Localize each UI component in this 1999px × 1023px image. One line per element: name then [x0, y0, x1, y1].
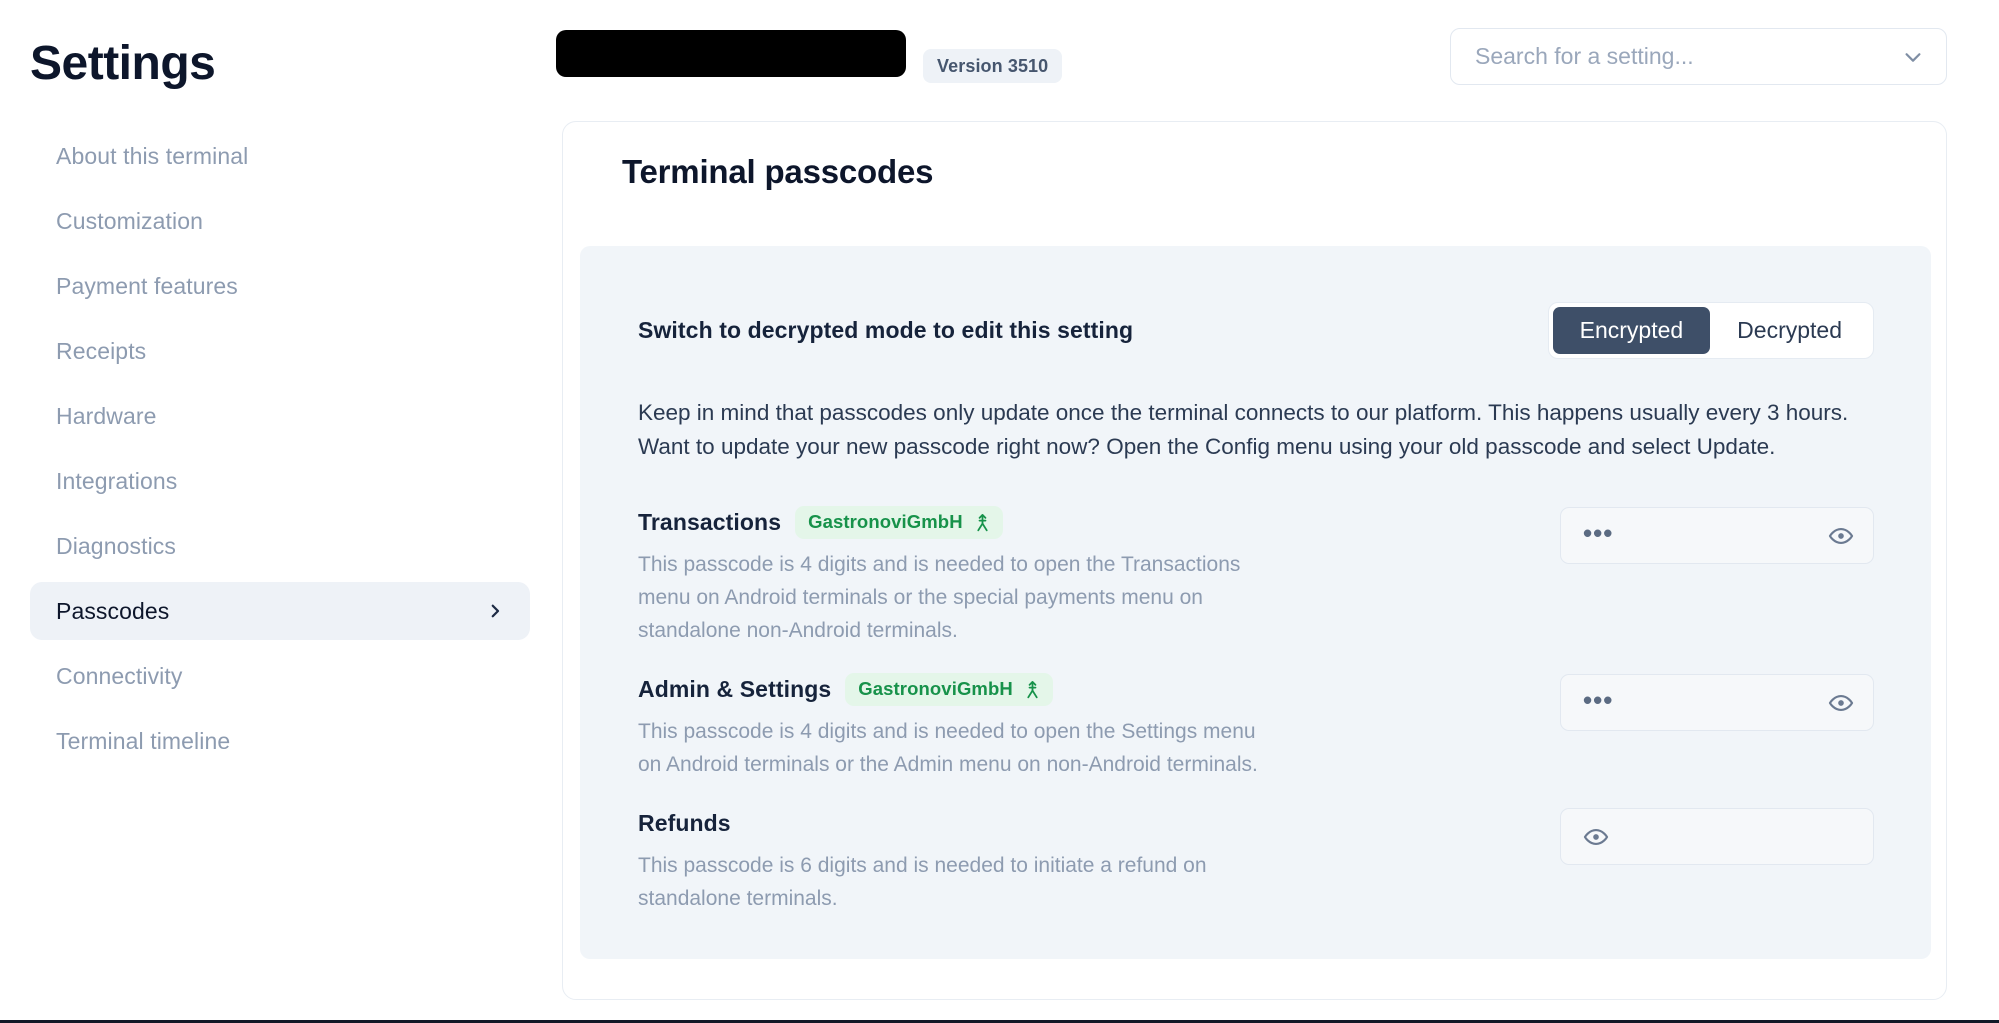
passcodes-note: Keep in mind that passcodes only update … [638, 400, 1849, 459]
eye-icon[interactable] [1828, 523, 1854, 549]
sidebar-item-label: Payment features [56, 272, 238, 299]
mode-row: Switch to decrypted mode to edit this se… [638, 301, 1874, 359]
encryption-mode-toggle[interactable]: Encrypted Decrypted [1547, 301, 1874, 359]
sidebar-item-label: About this terminal [56, 142, 249, 169]
mode-option-decrypted[interactable]: Decrypted [1710, 307, 1869, 354]
sidebar-item-customization[interactable]: Customization [30, 192, 530, 250]
passcode-heading: Refunds [638, 806, 1278, 840]
settings-page: Settings About this terminal Customizatio… [0, 0, 1999, 1023]
passcode-description: This passcode is 4 digits and is needed … [638, 720, 1258, 776]
sidebar: Settings About this terminal Customizatio… [0, 0, 560, 1023]
card-title: Terminal passcodes [622, 153, 934, 190]
passcode-info: Refunds This passcode is 6 digits and is … [638, 806, 1278, 915]
sidebar-item-connectivity[interactable]: Connectivity [30, 647, 530, 705]
sidebar-item-passcodes[interactable]: Passcodes [30, 582, 530, 640]
owner-name: GastronoviGmbH [858, 678, 1013, 699]
passcode-name: Transactions [638, 508, 782, 535]
sidebar-item-label: Integrations [56, 467, 178, 494]
sidebar-item-label: Diagnostics [56, 532, 176, 559]
passcode-row-transactions: Transactions GastronoviGmbH This passcode … [638, 505, 1874, 647]
sidebar-item-integrations[interactable]: Integrations [30, 452, 530, 510]
passcode-masked-value: ••• [1583, 517, 1614, 548]
passcode-list: Transactions GastronoviGmbH This passcode … [638, 505, 1874, 915]
sidebar-item-label: Receipts [56, 337, 147, 364]
passcode-description: This passcode is 6 digits and is needed … [638, 854, 1207, 910]
eye-icon[interactable] [1828, 690, 1854, 716]
chevron-down-icon[interactable] [1902, 46, 1924, 68]
passcode-row-admin-settings: Admin & Settings GastronoviGmbH This passc… [638, 672, 1874, 781]
inheritance-arrow-icon [974, 513, 991, 532]
owner-badge: GastronoviGmbH [845, 672, 1053, 706]
passcode-info: Admin & Settings GastronoviGmbH This passc… [638, 672, 1278, 781]
sidebar-item-terminal-timeline[interactable]: Terminal timeline [30, 712, 530, 770]
mode-label: Switch to decrypted mode to edit this se… [638, 316, 1134, 343]
sidebar-item-label: Hardware [56, 402, 157, 429]
sidebar-item-hardware[interactable]: Hardware [30, 387, 530, 445]
version-badge: Version 3510 [923, 49, 1063, 83]
sidebar-nav: About this terminal Customization Payment … [0, 127, 560, 770]
topbar: Version 3510 Search for a setting... [556, 0, 1999, 108]
sidebar-item-payment-features[interactable]: Payment features [30, 257, 530, 315]
passcodes-panel: Switch to decrypted mode to edit this se… [580, 246, 1931, 959]
page-title: Settings [30, 37, 216, 90]
search-placeholder-text: Search for a setting... [1475, 43, 1694, 69]
sidebar-item-label: Terminal timeline [56, 727, 231, 754]
inheritance-arrow-icon [1024, 680, 1041, 699]
passcode-name: Refunds [638, 809, 731, 836]
passcode-name: Admin & Settings [638, 675, 832, 702]
owner-badge: GastronoviGmbH [795, 505, 1003, 539]
owner-name: GastronoviGmbH [808, 511, 963, 532]
sidebar-item-label: Passcodes [56, 597, 170, 624]
passcode-heading: Transactions GastronoviGmbH [638, 505, 1278, 539]
sidebar-item-label: Connectivity [56, 662, 183, 689]
passcode-field-transactions[interactable]: ••• [1560, 507, 1874, 564]
sidebar-item-diagnostics[interactable]: Diagnostics [30, 517, 530, 575]
passcode-description: This passcode is 4 digits and is needed … [638, 553, 1241, 642]
main-card: Terminal passcodes Switch to decrypted m… [562, 121, 1947, 1000]
mode-option-encrypted[interactable]: Encrypted [1552, 306, 1711, 354]
passcode-row-refunds: Refunds This passcode is 6 digits and is … [638, 806, 1874, 915]
sidebar-item-about-this-terminal[interactable]: About this terminal [30, 127, 530, 185]
search-input[interactable]: Search for a setting... [1450, 28, 1947, 85]
sidebar-item-receipts[interactable]: Receipts [30, 322, 530, 380]
eye-icon[interactable] [1583, 824, 1609, 850]
passcode-heading: Admin & Settings GastronoviGmbH [638, 672, 1278, 706]
passcode-info: Transactions GastronoviGmbH This passcode … [638, 505, 1278, 647]
passcode-field-admin-settings[interactable]: ••• [1560, 674, 1874, 731]
sidebar-item-label: Customization [56, 207, 204, 234]
chevron-right-icon [486, 602, 504, 620]
passcode-masked-value: ••• [1583, 684, 1614, 715]
terminal-name-redacted-block [556, 30, 906, 77]
passcode-field-refunds[interactable] [1560, 808, 1874, 865]
